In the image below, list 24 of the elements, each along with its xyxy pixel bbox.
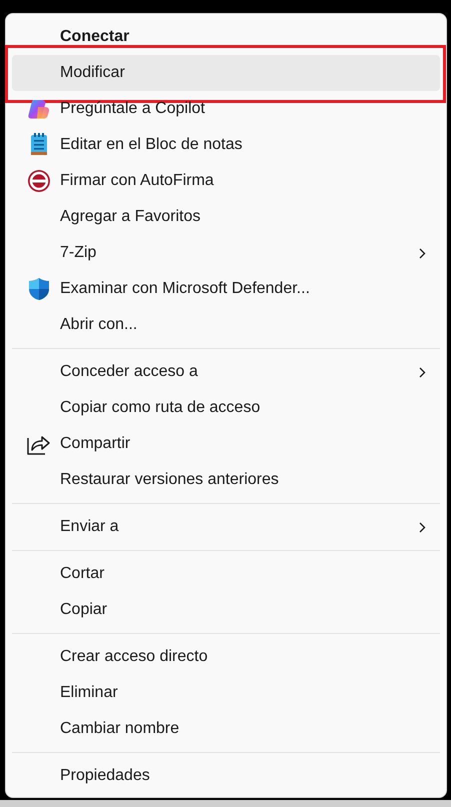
menu-item[interactable]: Conectar <box>12 19 440 55</box>
copilot-icon <box>28 99 50 119</box>
menu-item[interactable]: Eliminar <box>12 675 440 711</box>
menu-item[interactable]: 7-Zip <box>12 235 440 271</box>
menu-item[interactable]: Examinar con Microsoft Defender... <box>12 271 440 307</box>
menu-item[interactable]: Modificar <box>12 55 440 91</box>
menu-item[interactable]: Enviar a <box>12 509 440 545</box>
menu-item[interactable]: Copiar como ruta de acceso <box>12 390 440 426</box>
menu-item[interactable]: Firmar con AutoFirma <box>12 163 440 199</box>
menu-item[interactable]: Restaurar versiones anteriores <box>12 462 440 498</box>
menu-item[interactable]: Crear acceso directo <box>12 639 440 675</box>
notepad-icon <box>30 133 48 157</box>
seal-icon <box>27 169 51 193</box>
shield-icon <box>28 277 50 301</box>
menu-item[interactable]: Abrir con... <box>12 307 440 343</box>
menu-item[interactable]: Pregúntale a Copilot <box>12 91 440 127</box>
menu-item[interactable]: Agregar a Favoritos <box>12 199 440 235</box>
menu-item[interactable]: Compartir <box>12 426 440 462</box>
menu-item[interactable]: Conceder acceso a <box>12 354 440 390</box>
menu-item[interactable]: Cambiar nombre <box>12 711 440 747</box>
menu-item[interactable]: Cortar <box>12 556 440 592</box>
menu-item[interactable]: Copiar <box>12 592 440 628</box>
menu-item[interactable]: Propiedades <box>12 758 440 794</box>
menu-item[interactable]: Editar en el Bloc de notas <box>12 127 440 163</box>
